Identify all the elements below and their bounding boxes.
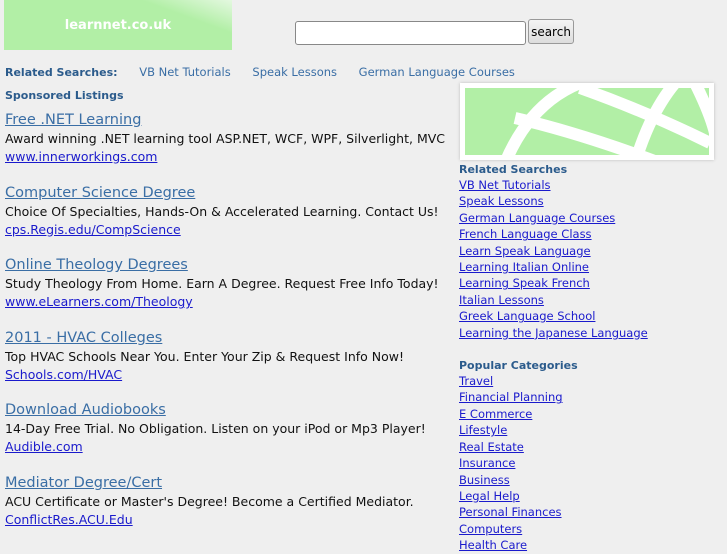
related-searches-label: Related Searches:: [5, 66, 118, 79]
related-search-link[interactable]: French Language Class: [459, 226, 648, 242]
related-searches-heading: Related Searches: [459, 163, 568, 176]
related-search-link[interactable]: Learning Speak French: [459, 275, 648, 291]
ad-title-link[interactable]: Online Theology Degrees: [5, 256, 445, 275]
search-input[interactable]: [295, 21, 526, 45]
ad-description: Award winning .NET learning tool ASP.NET…: [5, 131, 446, 146]
ad-description: Choice Of Specialties, Hands-On & Accele…: [5, 203, 439, 219]
ad-url-link[interactable]: www.innerworkings.com: [5, 148, 445, 166]
sponsored-label: Sponsored Listings: [5, 89, 124, 102]
popular-categories-heading: Popular Categories: [459, 359, 578, 373]
search-button[interactable]: search: [528, 19, 574, 44]
ad-title-link[interactable]: 2011 - HVAC Colleges: [5, 329, 445, 348]
related-searches-bar: Related Searches: VB Net Tutorials Speak…: [5, 65, 533, 79]
category-link[interactable]: Health Care: [459, 537, 648, 553]
ad-list: Free .NET Learning Award winning .NET le…: [5, 111, 445, 547]
related-search-link[interactable]: Italian Lessons: [459, 292, 648, 308]
ad-url-link[interactable]: cps.Regis.edu/CompScience: [5, 221, 445, 239]
ad-description: 14-Day Free Trial. No Obligation. Listen…: [5, 421, 426, 437]
ad-listing: Free .NET Learning Award winning .NET le…: [5, 111, 445, 184]
ad-url-link[interactable]: www.eLearners.com/Theology: [5, 293, 445, 311]
related-search-link[interactable]: Learn Speak Language: [459, 243, 648, 259]
category-link[interactable]: Lifestyle: [459, 422, 648, 438]
ad-description: Top HVAC Schools Near You. Enter Your Zi…: [5, 348, 404, 364]
ad-listing: Mediator Degree/Cert ACU Certificate or …: [5, 474, 445, 547]
related-search-link[interactable]: Learning Italian Online: [459, 259, 648, 275]
category-link[interactable]: Business: [459, 472, 648, 488]
ad-listing: Online Theology Degrees Study Theology F…: [5, 256, 445, 329]
category-link[interactable]: Financial Planning: [459, 389, 648, 405]
related-search-link[interactable]: Speak Lessons: [459, 193, 648, 209]
related-link[interactable]: Speak Lessons: [252, 65, 337, 79]
category-link[interactable]: Real Estate: [459, 439, 648, 455]
ad-listing: Download Audiobooks 14-Day Free Trial. N…: [5, 401, 445, 474]
related-search-link[interactable]: Greek Language School: [459, 308, 648, 324]
category-link[interactable]: Computers: [459, 521, 648, 537]
category-link[interactable]: E Commerce: [459, 406, 648, 422]
ad-listing: 2011 - HVAC Colleges Top HVAC Schools Ne…: [5, 329, 445, 402]
ad-url-link[interactable]: Audible.com: [5, 438, 445, 456]
category-link[interactable]: Legal Help: [459, 488, 648, 504]
related-link[interactable]: VB Net Tutorials: [139, 65, 231, 79]
globe-banner: [460, 77, 721, 169]
ad-description: Study Theology From Home. Earn A Degree.…: [5, 276, 439, 292]
related-search-link[interactable]: German Language Courses: [459, 210, 648, 226]
related-link[interactable]: German Language Courses: [359, 65, 515, 79]
ad-url-link[interactable]: ConflictRes.ACU.Edu: [5, 511, 445, 529]
ad-title-link[interactable]: Download Audiobooks: [5, 401, 445, 420]
ad-title-link[interactable]: Computer Science Degree: [5, 184, 445, 203]
site-logo[interactable]: learnnet.co.uk: [4, 0, 232, 50]
sidebar: Related Searches VB Net Tutorials Speak Le…: [459, 163, 648, 554]
ad-title-link[interactable]: Mediator Degree/Cert: [5, 474, 445, 493]
category-link[interactable]: Insurance: [459, 455, 648, 471]
category-link[interactable]: Travel: [459, 373, 648, 389]
ad-description: ACU Certificate or Master's Degree! Beco…: [5, 493, 414, 509]
related-search-link[interactable]: VB Net Tutorials: [459, 177, 648, 193]
ad-url-link[interactable]: Schools.com/HVAC: [5, 366, 445, 384]
category-link[interactable]: Personal Finances: [459, 504, 648, 520]
related-search-link[interactable]: Learning the Japanese Language: [459, 325, 648, 341]
ad-listing: Computer Science Degree Choice Of Specia…: [5, 184, 445, 257]
ad-title-link[interactable]: Free .NET Learning: [5, 111, 445, 130]
